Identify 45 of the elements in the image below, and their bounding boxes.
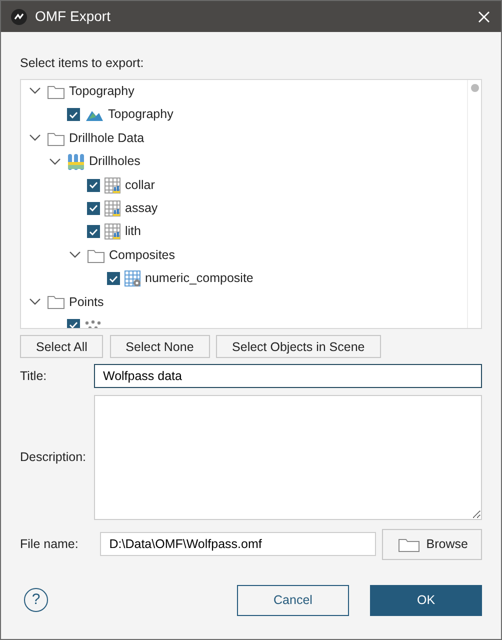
table-gear-icon <box>124 270 141 288</box>
browse-button[interactable]: Browse <box>382 528 482 560</box>
checkmark-icon <box>69 110 78 119</box>
folder-icon <box>47 293 65 310</box>
checkbox[interactable] <box>87 225 100 238</box>
window-title: OMF Export <box>35 7 112 26</box>
tree-label: Select items to export: <box>20 55 145 72</box>
table-icon <box>104 200 121 217</box>
tree-item-label[interactable]: Drillholes <box>89 152 140 171</box>
checkmark-icon <box>109 274 118 283</box>
checkmark-icon <box>89 181 98 189</box>
description-label: Description: <box>20 448 87 466</box>
checkbox[interactable] <box>87 202 100 215</box>
tree-item-label[interactable]: Points <box>69 292 104 312</box>
checkbox[interactable] <box>107 272 120 286</box>
cancel-button[interactable]: Cancel <box>237 584 349 616</box>
help-button[interactable]: ? <box>24 588 48 612</box>
tree-item-label[interactable]: Topography <box>69 82 134 101</box>
checkbox[interactable] <box>67 108 80 122</box>
tree-item-label[interactable]: Drillhole Data <box>69 128 144 148</box>
checkmark-icon <box>89 228 98 236</box>
scrollbar-thumb[interactable] <box>470 84 478 92</box>
table-icon <box>104 176 121 194</box>
file-name-label: File name: <box>20 536 80 553</box>
close-icon[interactable] <box>477 10 491 24</box>
drillholes-icon <box>67 152 85 171</box>
tree-item-label[interactable]: assay <box>125 199 158 218</box>
checkbox[interactable] <box>87 178 100 192</box>
checkbox[interactable] <box>67 318 80 328</box>
tree-item-label[interactable]: Topography <box>108 105 174 124</box>
tree-item-label[interactable]: lith <box>125 222 141 242</box>
tree-item-label[interactable]: Composites <box>109 246 175 265</box>
select-button[interactable]: Select Objects in Scene <box>216 335 381 358</box>
title-label: Title: <box>20 368 48 385</box>
points-icon <box>84 319 102 328</box>
file-name-input[interactable]: D:\Data\OMF\Wolfpass.omf <box>100 532 376 556</box>
title-input[interactable]: Wolfpass data <box>94 364 482 388</box>
app-logo-icon <box>11 8 27 24</box>
checkmark-icon <box>89 204 98 212</box>
ok-button[interactable]: OK <box>370 584 482 616</box>
tree-item-label[interactable]: numeric_composite <box>145 269 254 288</box>
select-button[interactable]: Select None <box>110 335 210 358</box>
table-icon <box>104 223 121 240</box>
tree-item-label[interactable]: collar <box>125 176 155 194</box>
select-button[interactable]: Select All <box>20 335 104 358</box>
